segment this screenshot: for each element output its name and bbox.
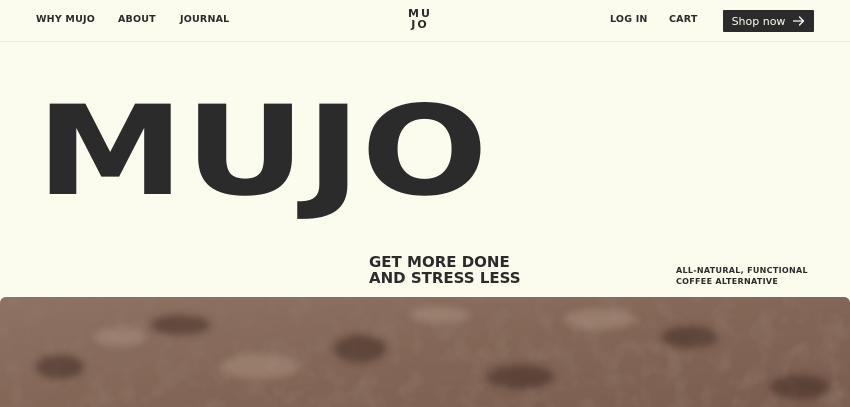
hero-subtagline: ALL-NATURAL, FUNCTIONAL COFFEE ALTERNATI… [676, 265, 808, 287]
hero-tagline: GET MORE DONE AND STRESS LESS [369, 254, 521, 286]
ground-powder-texture [0, 297, 850, 407]
tagline-line-2: AND STRESS LESS [369, 269, 521, 287]
tagline-line-1: GET MORE DONE [369, 253, 510, 271]
subtag-line-1: ALL-NATURAL, FUNCTIONAL [676, 266, 808, 275]
subtag-line-2: COFFEE ALTERNATIVE [676, 277, 779, 286]
hero-product-image [0, 297, 850, 407]
hero-title: MUJO [36, 80, 488, 224]
